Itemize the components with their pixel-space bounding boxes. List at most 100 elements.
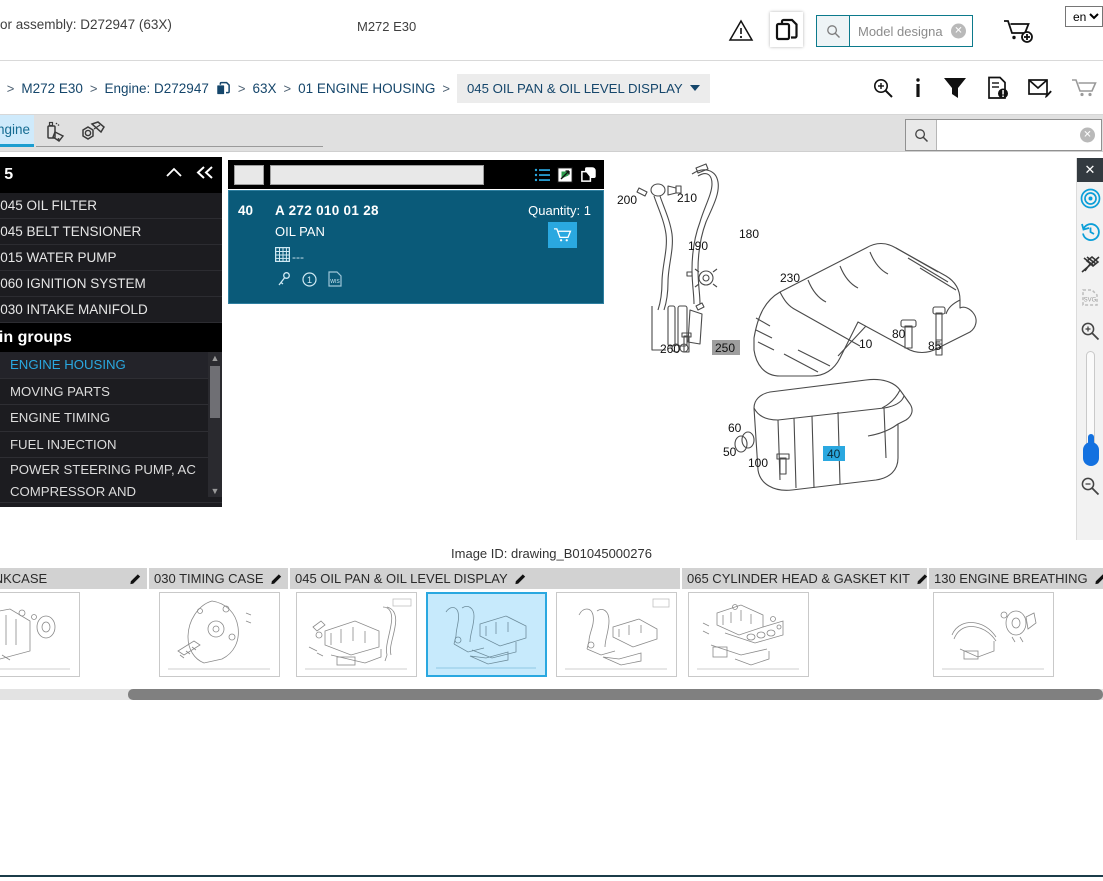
breadcrumb-separator: > <box>237 80 246 96</box>
language-select[interactable]: en <box>1065 6 1103 27</box>
sidebar-group-label: ENGINE TIMING <box>10 410 111 426</box>
thumbnail-oil-pan-c[interactable] <box>556 592 677 677</box>
cart-icon[interactable] <box>1071 77 1097 99</box>
edit-pen-icon[interactable] <box>129 572 142 585</box>
thumb-group-header-oil-pan[interactable]: 045 OIL PAN & OIL LEVEL DISPLAY <box>290 568 680 589</box>
clear-x-icon[interactable]: ✕ <box>951 23 966 39</box>
key-icon[interactable] <box>277 271 291 287</box>
horizontal-scrollbar[interactable] <box>0 689 1103 700</box>
part-add-to-cart-button[interactable] <box>548 222 577 248</box>
thumbnail-crankcase[interactable] <box>0 592 80 677</box>
list-view-icon[interactable] <box>534 167 550 183</box>
unpin-icon[interactable] <box>1077 248 1103 281</box>
thumbnail-timing-case[interactable] <box>159 592 280 677</box>
thumb-group-header-cylinder-head[interactable]: 065 CYLINDER HEAD & GASKET KIT <box>682 568 929 589</box>
breadcrumb-item-2[interactable]: Engine: D272947 <box>105 81 209 96</box>
scroll-up-arrow-icon[interactable]: ▲ <box>211 352 220 364</box>
thumb-group-label: 030 TIMING CASE <box>154 571 264 586</box>
wis-document-icon[interactable]: WIS <box>328 271 342 287</box>
callout-200: 200 <box>617 193 637 207</box>
chevron-up-icon[interactable] <box>165 166 183 185</box>
spray-can-icon[interactable] <box>40 120 73 146</box>
sidebar-group-item-engine-housing[interactable]: ENGINE HOUSING <box>0 352 222 379</box>
sidebar-group-item-power-steering-line2[interactable]: COMPRESSOR AND <box>0 480 222 503</box>
sidebar-group-item-moving-parts[interactable]: MOVING PARTS <box>0 379 222 405</box>
info-icon[interactable] <box>912 77 924 99</box>
copy-icon[interactable] <box>580 166 597 183</box>
thumb-group-header-engine-breathing[interactable]: 130 ENGINE BREATHING <box>929 568 1103 589</box>
callout-190: 190 <box>688 239 708 253</box>
document-alert-icon[interactable] <box>986 76 1010 100</box>
part-footer-icons: 1 WIS <box>277 271 342 287</box>
edit-pen-icon[interactable] <box>1094 572 1103 585</box>
zoom-in-icon[interactable] <box>872 77 894 99</box>
part-quantity-label: Quantity: 1 <box>528 203 591 218</box>
breadcrumb-item-1[interactable]: M272 E30 <box>21 81 83 96</box>
target-icon[interactable] <box>1077 182 1103 215</box>
expand-icon[interactable] <box>557 166 573 183</box>
sidebar-item-3[interactable]: - 060 IGNITION SYSTEM <box>0 271 222 297</box>
warning-triangle-icon[interactable] <box>728 18 754 44</box>
model-search-box: ✕ <box>816 15 973 47</box>
clear-x-icon[interactable]: ✕ <box>1080 127 1095 143</box>
tab-engine[interactable]: ngine <box>0 115 34 147</box>
sidebar-scrollbar[interactable]: ▲ ▼ <box>208 352 222 497</box>
edit-pen-icon[interactable] <box>514 572 527 585</box>
scrollbar-thumb[interactable] <box>210 366 220 418</box>
callout-50: 50 <box>723 445 737 459</box>
exploded-parts-drawing: 200 210 180 190 230 260 10 80 85 60 50 1… <box>617 163 977 491</box>
breadcrumb-current-dropdown[interactable]: 045 OIL PAN & OIL LEVEL DISPLAY <box>456 73 710 103</box>
tab-underline <box>36 146 323 147</box>
sidebar-group-label: ENGINE HOUSING <box>10 357 126 373</box>
edit-pen-icon[interactable] <box>916 572 929 585</box>
history-undo-icon[interactable] <box>1077 215 1103 248</box>
mail-edit-icon[interactable] <box>1028 77 1053 99</box>
sidebar-group-item-engine-timing[interactable]: ENGINE TIMING <box>0 405 222 432</box>
chevron-double-left-icon[interactable] <box>195 165 215 185</box>
info-circle-icon[interactable]: 1 <box>302 271 317 287</box>
sidebar-group-item-power-steering[interactable]: POWER STEERING PUMP, AC <box>0 458 222 480</box>
bolt-nut-icon[interactable] <box>75 120 108 146</box>
thumbnail-oil-pan-b[interactable] <box>426 592 547 677</box>
sidebar-item-4[interactable]: - 030 INTAKE MANIFOLD <box>0 297 222 323</box>
search-icon[interactable] <box>817 16 850 46</box>
sidebar-group-title-bar: ain groups <box>0 323 222 352</box>
breadcrumb-copy-icon[interactable] <box>216 81 231 96</box>
scroll-down-arrow-icon[interactable]: ▼ <box>211 485 220 497</box>
sidebar-item-label: - 060 IGNITION SYSTEM <box>0 276 146 291</box>
edit-pen-icon[interactable] <box>270 572 283 585</box>
add-to-cart-icon[interactable] <box>1002 18 1034 50</box>
zoom-out-icon[interactable] <box>1077 469 1103 502</box>
zoom-in-icon[interactable] <box>1077 314 1103 347</box>
breadcrumb-bar: . > M272 E30 > Engine: D272947 > 63X > 0… <box>0 61 1103 115</box>
zoom-slider[interactable] <box>1082 351 1099 466</box>
thumb-group-label: 065 CYLINDER HEAD & GASKET KIT <box>687 571 910 586</box>
thumb-group-header-timing-case[interactable]: 030 TIMING CASE <box>149 568 288 589</box>
sidebar-item-2[interactable]: - 015 WATER PUMP <box>0 245 222 271</box>
sidebar-item-0[interactable]: - 045 OIL FILTER <box>0 193 222 219</box>
drawing-vertical-toolbar: ✕ SVG <box>1076 158 1103 540</box>
search-icon[interactable] <box>906 120 937 150</box>
zoom-slider-knob[interactable] <box>1082 434 1099 466</box>
breadcrumb-item-4[interactable]: 01 ENGINE HOUSING <box>298 81 435 96</box>
sidebar-item-1[interactable]: - 045 BELT TENSIONER <box>0 219 222 245</box>
thumbnail-oil-pan-a[interactable] <box>296 592 417 677</box>
parts-search-input[interactable] <box>937 121 1101 149</box>
sidebar-group-item-fuel-injection[interactable]: FUEL INJECTION <box>0 432 222 458</box>
breadcrumb-separator: > <box>283 80 292 96</box>
breadcrumb-item-3[interactable]: 63X <box>252 81 276 96</box>
horizontal-scrollbar-thumb[interactable] <box>128 689 1103 700</box>
close-x-icon[interactable]: ✕ <box>1076 158 1103 182</box>
svg-export-icon[interactable]: SVG <box>1077 281 1103 314</box>
thumbnail-cylinder-head[interactable] <box>688 592 809 677</box>
technical-drawing-viewer[interactable]: 200 210 180 190 230 260 10 80 85 60 50 1… <box>608 158 1076 540</box>
parts-header-checkbox[interactable] <box>234 164 264 185</box>
sidebar-item-label: - 030 INTAKE MANIFOLD <box>0 302 148 317</box>
parts-header-filter-field[interactable] <box>270 164 484 185</box>
thumbnail-engine-breathing[interactable] <box>933 592 1054 677</box>
copy-documents-icon[interactable] <box>770 12 803 47</box>
filter-icon[interactable] <box>942 76 968 100</box>
part-detail-card[interactable]: 40 A 272 010 01 28 OIL PAN --- 1 WIS Qua… <box>228 190 604 304</box>
thumb-group-header-crankcase[interactable]: LINDER CRANKCASE <box>0 568 147 589</box>
table-grid-icon[interactable] <box>274 246 291 267</box>
